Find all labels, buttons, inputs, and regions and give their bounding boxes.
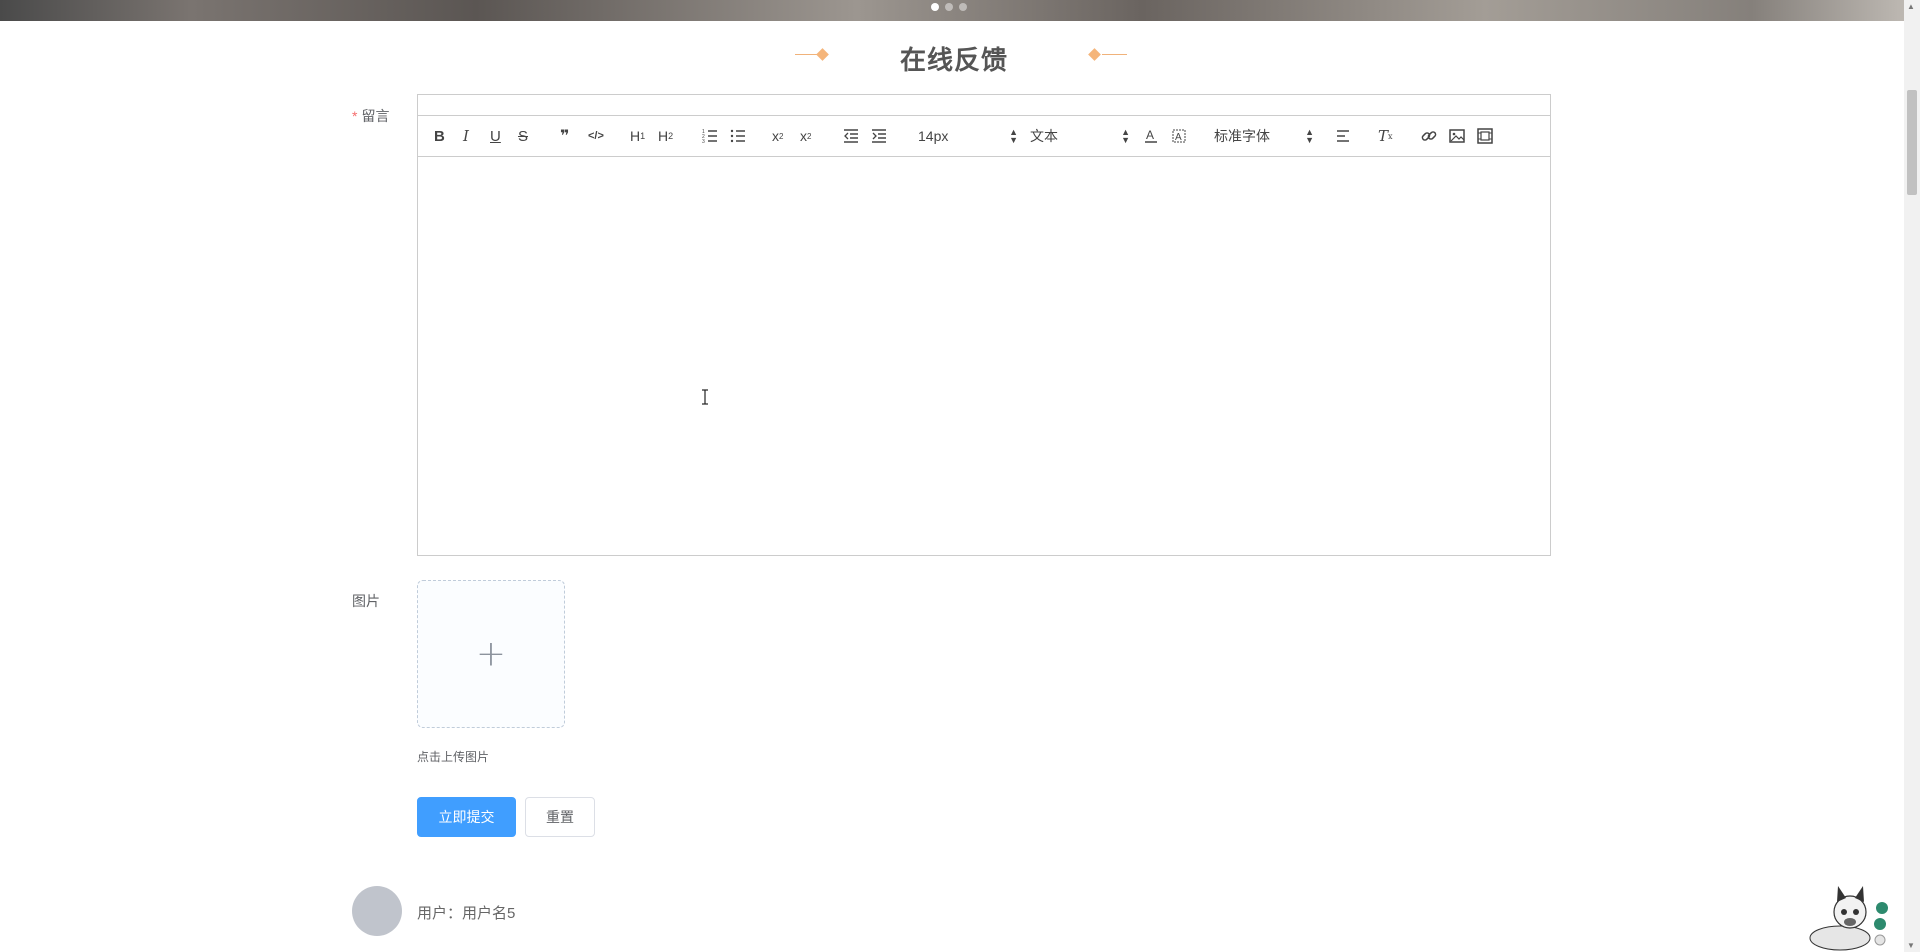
clean-format-icon[interactable]: Tx [1378, 126, 1393, 146]
section-header: 在线反馈 [0, 36, 1904, 76]
link-icon[interactable] [1420, 126, 1438, 146]
font-size-value: 14px [918, 128, 949, 144]
carousel-banner[interactable] [0, 0, 1904, 21]
picker-arrows-icon: ▲ ▼ [1121, 127, 1130, 145]
page-title: 在线反馈 [900, 46, 1009, 76]
font-size-picker[interactable]: 14px ▲ ▼ [918, 126, 1018, 146]
indent-icon[interactable] [870, 126, 888, 146]
svg-text:A: A [1146, 128, 1154, 142]
carousel-dot-1[interactable] [931, 3, 939, 11]
header2-icon[interactable]: H2 [658, 126, 673, 146]
text-color-icon[interactable]: A [1142, 126, 1160, 146]
reset-button[interactable]: 重置 [525, 797, 595, 837]
carousel-indicators [931, 3, 967, 11]
carousel-dot-2[interactable] [945, 3, 953, 11]
image-upload-box[interactable]: + [417, 580, 565, 728]
text-cursor-icon [702, 389, 708, 405]
strike-icon[interactable]: S [518, 126, 528, 146]
ordered-list-icon[interactable]: 123 [701, 126, 719, 146]
user-prefix: 用户： [417, 905, 463, 922]
font-family-picker[interactable]: 标准字体 ▲ ▼ [1214, 126, 1314, 146]
plus-icon: + [475, 633, 507, 675]
scrollbar-thumb[interactable] [1907, 90, 1917, 195]
subscript-icon[interactable]: x2 [772, 126, 783, 146]
user-name: 用户名5 [462, 905, 516, 922]
svg-text:A: A [1175, 132, 1182, 143]
video-icon[interactable] [1476, 126, 1494, 146]
upload-hint: 点击上传图片 [417, 750, 490, 764]
scroll-down-icon[interactable]: ▼ [1907, 941, 1915, 950]
picker-arrows-icon: ▲ ▼ [1009, 127, 1018, 145]
code-block-icon[interactable]: </> [588, 126, 604, 146]
submit-button[interactable]: 立即提交 [417, 797, 516, 837]
title-decoration-line-right [1102, 54, 1127, 55]
bold-icon[interactable]: B [434, 126, 445, 146]
title-diamond-icon-left [816, 48, 829, 61]
editor-top-strip [418, 95, 1550, 116]
blockquote-icon[interactable]: ❞ [560, 126, 569, 146]
title-diamond-icon-right [1088, 48, 1101, 61]
mascot-widget-icon[interactable] [1800, 876, 1890, 952]
outdent-icon[interactable] [842, 126, 860, 146]
underline-icon[interactable]: U [490, 126, 501, 146]
align-icon[interactable] [1334, 126, 1352, 146]
image-icon[interactable] [1448, 126, 1466, 146]
header1-icon[interactable]: H1 [630, 126, 645, 146]
editor-toolbar: B I U S ❞ </> H1 H2 123 x2 x2 14px ▲ ▼ 文本… [418, 116, 1550, 157]
carousel-dot-3[interactable] [959, 3, 967, 11]
background-color-icon[interactable]: A [1170, 126, 1188, 146]
font-family-value: 标准字体 [1214, 128, 1270, 144]
avatar [352, 886, 402, 936]
rich-text-editor: B I U S ❞ </> H1 H2 123 x2 x2 14px ▲ ▼ 文本… [417, 94, 1551, 556]
image-label: 图片 [352, 593, 380, 609]
page-scrollbar[interactable]: ▲ ▼ [1904, 0, 1920, 952]
superscript-icon[interactable]: x2 [800, 126, 811, 146]
scroll-up-icon[interactable]: ▲ [1907, 2, 1915, 11]
message-label: * 留言 [352, 106, 389, 126]
comment-user: 用户：用户名5 [417, 902, 515, 923]
svg-text:3: 3 [702, 139, 705, 145]
required-mark: * [352, 108, 358, 124]
editor-content-area[interactable] [418, 156, 1550, 555]
picker-arrows-icon: ▲ ▼ [1305, 127, 1314, 145]
italic-icon[interactable]: I [463, 126, 469, 146]
header-format-picker[interactable]: 文本 ▲ ▼ [1030, 126, 1130, 146]
bullet-list-icon[interactable] [729, 126, 747, 146]
message-label-text: 留言 [361, 108, 390, 124]
header-format-value: 文本 [1030, 128, 1058, 144]
